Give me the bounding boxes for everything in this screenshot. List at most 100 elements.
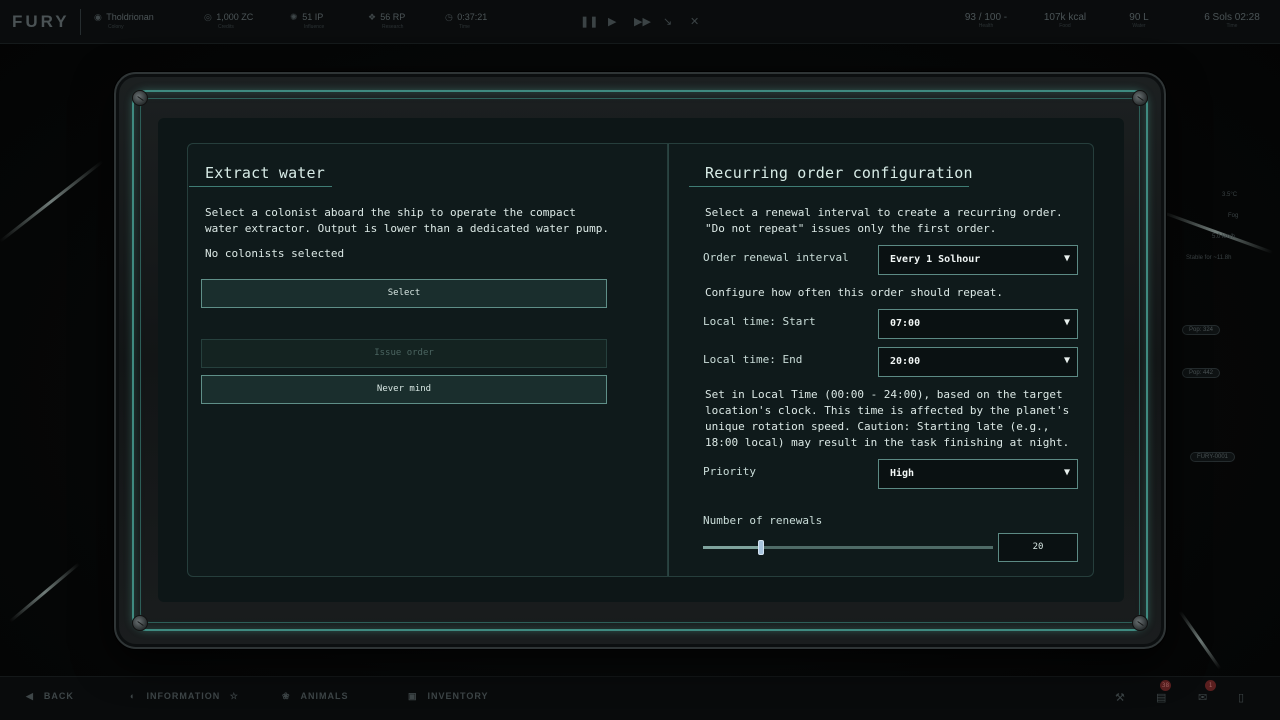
temperature-readout: 3.5°C <box>1222 192 1238 198</box>
title-underline <box>689 186 969 187</box>
back-button[interactable]: ◀ BACK <box>26 691 74 702</box>
screw-icon <box>1132 615 1148 631</box>
health-value: 93 / 100 - <box>964 12 1008 23</box>
time-stat[interactable]: 6 Sols 02:28 Time <box>1190 12 1274 29</box>
inventory-label: INVENTORY <box>427 691 489 701</box>
water-value: 90 L <box>1129 12 1149 23</box>
research-sub: Research <box>382 24 404 30</box>
back-arrow-icon: ◀ <box>26 691 34 701</box>
stability-readout: Stable for ~11.8h <box>1186 255 1232 261</box>
ship-id-badge[interactable]: FURY-0001 <box>1190 452 1236 462</box>
issue-order-button[interactable]: Issue order <box>201 339 607 368</box>
animals-icon: ❀ <box>282 691 291 701</box>
end-time-dropdown[interactable]: 20:00 ▼ <box>878 347 1078 377</box>
chevron-down-icon: ▼ <box>1063 467 1070 478</box>
never-mind-button[interactable]: Never mind <box>201 375 607 404</box>
renewals-slider-thumb[interactable] <box>758 540 764 555</box>
interval-label: Order renewal interval <box>703 251 849 264</box>
panel-title: Extract water <box>205 164 325 182</box>
renewals-label: Number of renewals <box>703 514 823 527</box>
weather-readout: Fog <box>1228 213 1239 219</box>
colonist-status: No colonists selected <box>205 247 345 260</box>
animals-label: ANIMALS <box>300 691 349 701</box>
panel-title: Recurring order configuration <box>705 164 973 182</box>
location-stat[interactable]: ◉ Tholdrionan Colony <box>94 12 154 30</box>
location-name: Tholdrionan <box>106 12 154 22</box>
clock-value: 0:37:21 <box>457 12 488 22</box>
clock-sub: Time <box>459 24 470 30</box>
information-label: INFORMATION <box>146 691 221 701</box>
water-stat[interactable]: 90 L Water <box>1104 12 1174 29</box>
information-icon: ◐ <box>130 691 137 701</box>
alerts-icon[interactable]: ▤ <box>1156 691 1166 704</box>
favorite-star-icon[interactable]: ☆ <box>230 691 239 701</box>
cancel-speed-icon[interactable]: ✕ <box>690 15 699 28</box>
research-stat[interactable]: ❖ 56 RP Research <box>368 12 405 30</box>
water-sub: Water <box>1132 23 1146 29</box>
influence-value: 51 IP <box>302 12 324 22</box>
back-label: BACK <box>43 691 74 701</box>
inventory-icon: ▣ <box>408 691 418 701</box>
dropdown-value: 20:00 <box>890 356 921 367</box>
population-badge[interactable]: Pop: 324 <box>1182 325 1221 335</box>
top-bar: FURY ◉ Tholdrionan Colony ◎ 1,000 ZC Cre… <box>0 0 1280 44</box>
time-value: 6 Sols 02:28 <box>1204 12 1260 23</box>
message-count-badge: 1 <box>1205 680 1216 691</box>
start-time-dropdown[interactable]: 07:00 ▼ <box>878 309 1078 339</box>
credits-icon: ◎ <box>204 12 212 22</box>
influence-sub: Influence <box>304 24 325 30</box>
screw-icon <box>132 615 148 631</box>
credits-sub: Credits <box>218 24 234 30</box>
food-sub: Food <box>1059 23 1071 29</box>
wind-readout: 5.0 km/h <box>1212 234 1236 240</box>
clock-icon: ◷ <box>445 12 453 22</box>
chevron-down-icon: ▼ <box>1063 355 1070 366</box>
chevron-down-icon: ▼ <box>1063 317 1070 328</box>
population-badge[interactable]: Pop: 442 <box>1182 368 1221 378</box>
pause-icon[interactable]: ❚❚ <box>580 15 598 28</box>
bottom-bar: ◀ BACK ◐ INFORMATION ☆ ❀ ANIMALS ▣ INVENTORY… <box>0 676 1280 720</box>
influence-stat[interactable]: ✺ 51 IP Influence <box>290 12 324 30</box>
research-icon: ❖ <box>368 12 377 22</box>
time-sub: Time <box>1226 23 1238 29</box>
task-description: Select a colonist aboard the ship to ope… <box>205 206 609 235</box>
credits-value: 1,000 ZC <box>216 12 254 22</box>
inventory-tab[interactable]: ▣ INVENTORY <box>408 691 489 702</box>
screw-icon <box>1132 90 1148 106</box>
renewals-count-input[interactable]: 20 <box>998 533 1078 562</box>
end-time-label: Local time: End <box>703 353 803 366</box>
dropdown-value: High <box>890 468 915 479</box>
renewals-slider-fill <box>703 546 761 549</box>
start-time-label: Local time: Start <box>703 315 816 328</box>
priority-dropdown[interactable]: High ▼ <box>878 459 1078 489</box>
configure-text: Configure how often this order should re… <box>705 286 1004 299</box>
food-stat[interactable]: 107k kcal Food <box>1030 12 1100 29</box>
crafting-icon[interactable]: ⚒ <box>1115 691 1125 704</box>
food-value: 107k kcal <box>1043 12 1087 23</box>
divider <box>80 9 81 35</box>
dropdown-value: 07:00 <box>890 318 921 329</box>
play-icon[interactable]: ▶ <box>608 15 616 28</box>
fast-forward-icon[interactable]: ▶▶ <box>634 15 651 28</box>
influence-icon: ✺ <box>290 12 298 22</box>
animals-tab[interactable]: ❀ ANIMALS <box>282 691 349 702</box>
select-colonist-button[interactable]: Select <box>201 279 607 308</box>
health-stat[interactable]: 93 / 100 - Health <box>951 12 1021 29</box>
priority-label: Priority <box>703 465 756 478</box>
screw-icon <box>132 90 148 106</box>
dropdown-value: Every 1 Solhour <box>890 254 981 265</box>
information-tab[interactable]: ◐ INFORMATION ☆ <box>130 691 239 702</box>
clock-stat[interactable]: ◷ 0:37:21 Time <box>445 12 487 30</box>
speed-up-icon[interactable]: ↘ <box>663 15 672 28</box>
clipboard-icon[interactable]: ▯ <box>1238 691 1244 704</box>
credits-stat[interactable]: ◎ 1,000 ZC Credits <box>204 12 253 30</box>
recurring-description: Select a renewal interval to create a re… <box>705 206 1063 235</box>
alert-count-badge: 38 <box>1160 680 1171 691</box>
research-value: 56 RP <box>380 12 406 22</box>
messages-icon[interactable]: ✉ <box>1198 691 1207 704</box>
colony-icon: ◉ <box>94 12 102 22</box>
local-time-note: Set in Local Time (00:00 - 24:00), based… <box>705 388 1070 449</box>
location-sub: Colony <box>108 24 124 30</box>
chevron-down-icon: ▼ <box>1063 253 1070 264</box>
renewal-interval-dropdown[interactable]: Every 1 Solhour ▼ <box>878 245 1078 275</box>
